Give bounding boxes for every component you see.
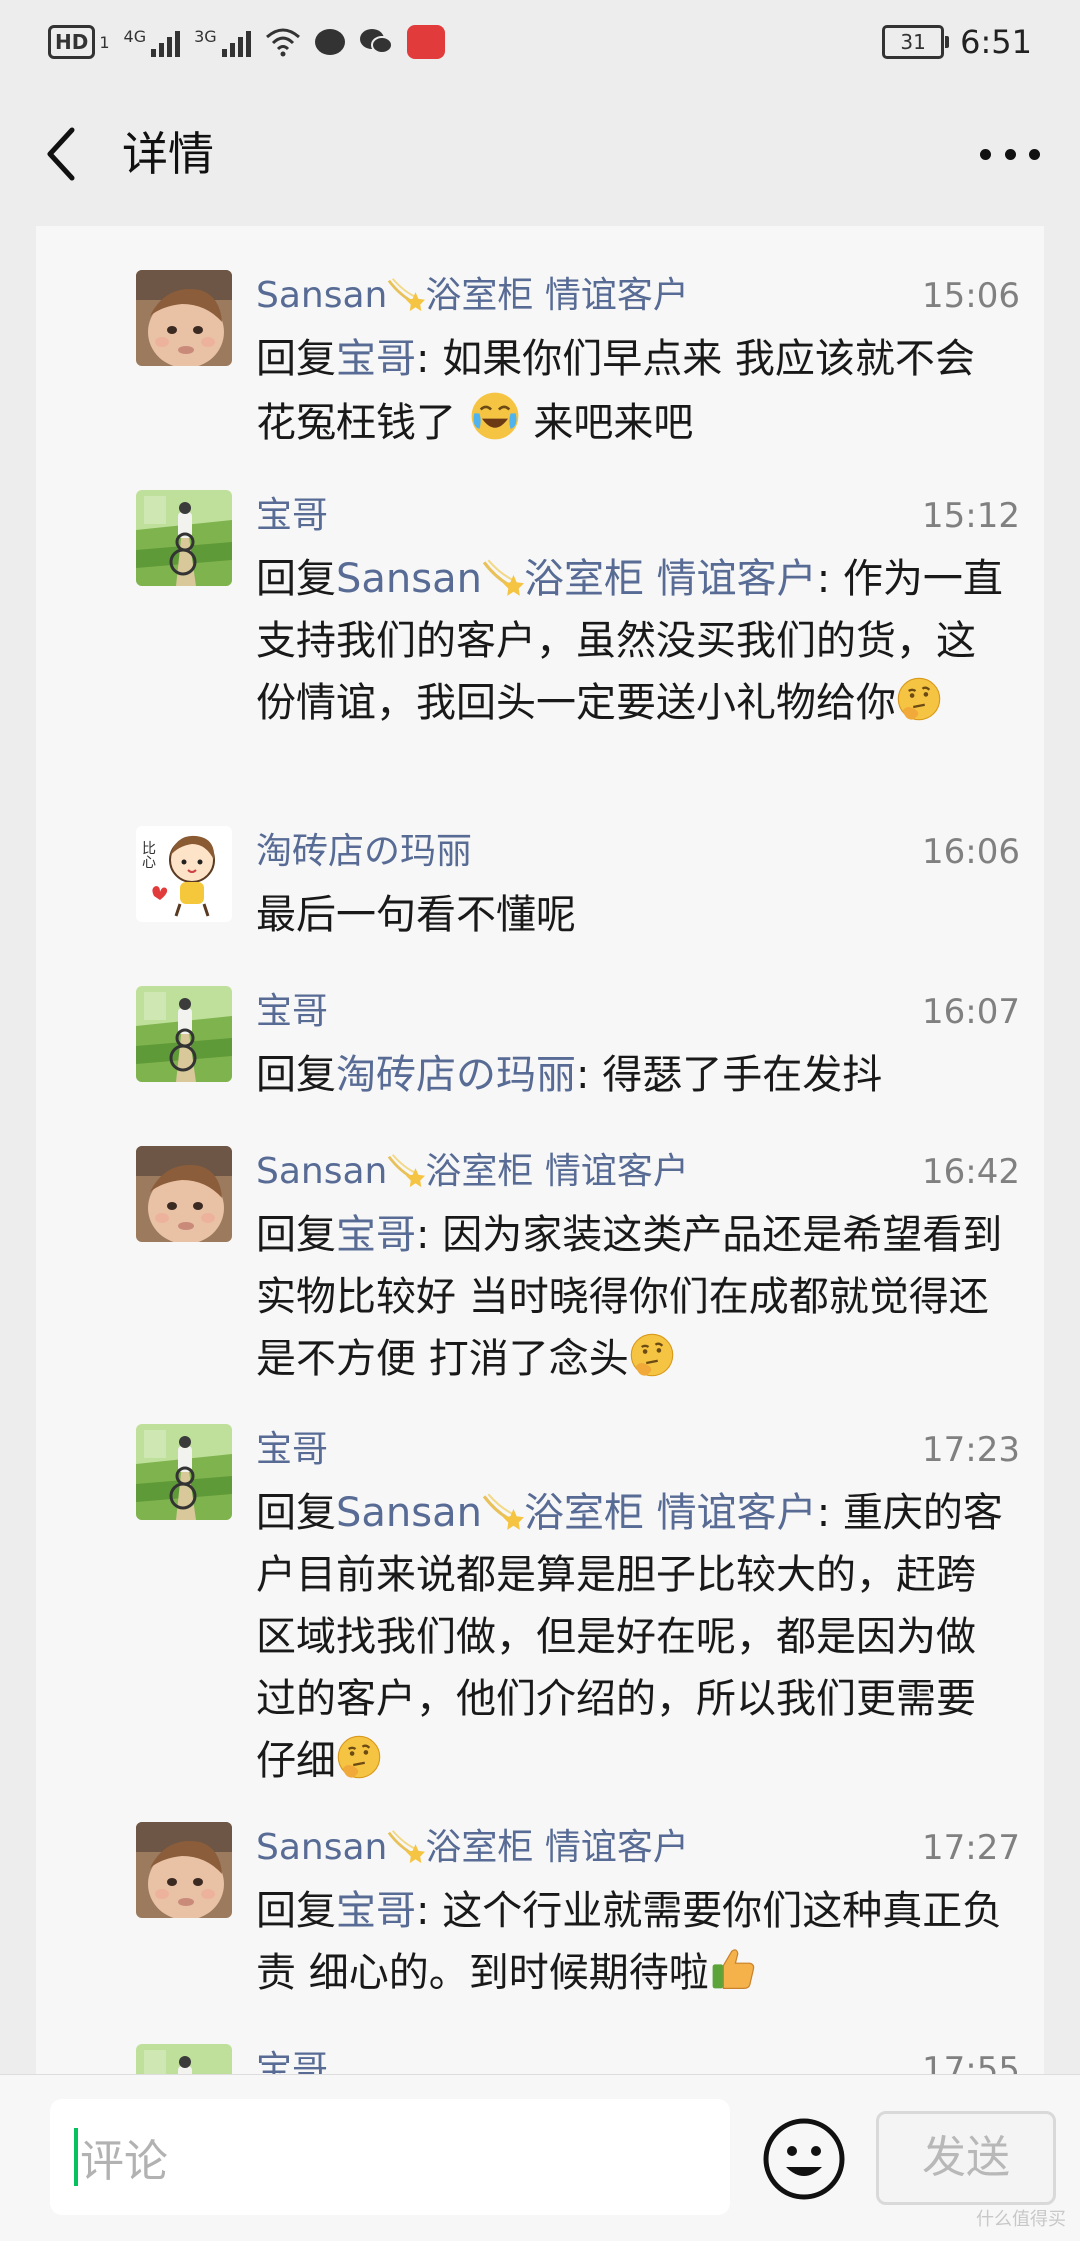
comment-time: 15:06	[922, 276, 1020, 316]
commenter-name[interactable]: 宝哥	[256, 2048, 328, 2074]
name-prefix: Sansan	[256, 1827, 388, 1868]
crying-laughing-emoji	[469, 390, 521, 442]
name-suffix: 浴室柜 情谊客户	[425, 1827, 689, 1868]
comment-input[interactable]: 评论	[50, 2099, 730, 2215]
thumbs-up-emoji	[709, 1944, 757, 1992]
avatar[interactable]	[136, 1822, 232, 1918]
status-left: HD 1 4G 3G	[48, 22, 445, 62]
shooting-star-emoji	[482, 556, 524, 598]
watermark: 什么值得买	[976, 2209, 1066, 2230]
thinking-face-emoji	[896, 676, 942, 722]
wifi-icon	[265, 28, 300, 57]
shooting-star-emoji	[387, 1151, 425, 1189]
commenter-name[interactable]: 淘砖店の玛丽	[256, 830, 472, 874]
comments-panel[interactable]: Sansan 浴室柜 情谊客户 15:06 回复宝哥: 如果你们早点来 我应该就不…	[36, 226, 1044, 2074]
comment-text: 回复Sansan 浴室柜 情谊客户: 重庆的客户目前来说都是算是胆子比较大的，赶跨…	[256, 1482, 1012, 1792]
smiley-icon[interactable]	[762, 2117, 846, 2201]
commenter-name[interactable]: Sansan 浴室柜 情谊客户	[256, 1826, 689, 1870]
comment-text: 回复宝哥: 这个行业就需要你们这种真正负责 细心的。到时候期待啦	[256, 1880, 1012, 2004]
reply-label: 回复	[256, 1052, 336, 1098]
avatar[interactable]	[136, 490, 232, 586]
reply-label: 回复	[256, 556, 336, 602]
signal-icon: 4G	[124, 27, 181, 57]
wechat-icon	[359, 29, 393, 54]
comment-text: 回复宝哥: 因为家装这类产品还是希望看到实物比较好 当时晓得你们在成都就觉得还是…	[256, 1204, 1012, 1390]
commenter-name[interactable]: 宝哥	[256, 494, 328, 538]
avatar[interactable]	[136, 986, 232, 1082]
reply-mention[interactable]: 淘砖店の玛丽	[336, 1052, 576, 1098]
nav-header: 详情	[0, 84, 1080, 226]
reply-mention[interactable]: 宝哥	[336, 1212, 416, 1258]
signal-icon-2: 3G	[194, 27, 251, 57]
text-cursor	[74, 2128, 78, 2186]
thinking-face-emoji	[629, 1332, 675, 1378]
network-label: 4G	[123, 27, 147, 46]
reply-label: 回复	[256, 1888, 336, 1934]
avatar[interactable]	[136, 1424, 232, 1520]
reply-label: 回复	[256, 336, 336, 382]
network-label-2: 3G	[194, 27, 217, 46]
avatar[interactable]	[136, 1146, 232, 1242]
mention-suffix: 浴室柜 情谊客户	[523, 556, 817, 602]
commenter-name[interactable]: 宝哥	[256, 1428, 328, 1472]
name-prefix: Sansan	[256, 275, 388, 316]
shooting-star-emoji	[482, 1490, 524, 1532]
shooting-star-emoji	[387, 1827, 425, 1865]
battery-icon: 31	[882, 25, 950, 59]
status-right: 31 6:51	[882, 18, 1032, 66]
message-icon	[314, 29, 345, 55]
chevron-left-icon[interactable]	[40, 124, 80, 184]
input-placeholder: 评论	[80, 2136, 168, 2187]
avatar[interactable]	[136, 270, 232, 366]
comment-text: 最后一句看不懂呢	[256, 892, 576, 938]
sim-label: 1	[99, 32, 110, 52]
name-suffix: 浴室柜 情谊客户	[425, 1151, 689, 1192]
avatar-caption: 比心	[142, 841, 156, 871]
reply-label: 回复	[256, 1490, 336, 1536]
name-prefix: Sansan	[256, 1151, 388, 1192]
mention-suffix: 浴室柜 情谊客户	[523, 1490, 817, 1536]
reply-mention[interactable]: 宝哥	[336, 336, 416, 382]
comment-time: 16:42	[922, 1152, 1020, 1192]
comment-time: 16:06	[922, 832, 1020, 872]
comment-time: 17:23	[922, 1430, 1020, 1470]
page-title: 详情	[122, 127, 214, 181]
reply-label: 回复	[256, 1212, 336, 1258]
thinking-face-emoji	[336, 1734, 382, 1780]
send-button[interactable]: 发送	[876, 2111, 1056, 2205]
avatar[interactable]	[136, 2044, 232, 2074]
comment-text: 回复Sansan 浴室柜 情谊客户: 作为一直支持我们的客户，虽然没买我们的货，这…	[256, 548, 1012, 734]
more-dots-icon[interactable]	[980, 134, 1040, 174]
comment-text: 回复淘砖店の玛丽: 得瑟了手在发抖	[256, 1044, 1012, 1106]
status-time: 6:51	[960, 23, 1032, 61]
shooting-star-emoji	[387, 275, 425, 313]
comment-input-bar: 评论 发送 什么值得买	[0, 2074, 1080, 2241]
commenter-name[interactable]: 宝哥	[256, 990, 328, 1034]
status-bar: HD 1 4G 3G 31 6:51	[0, 0, 1080, 84]
avatar[interactable]: 比心	[136, 826, 232, 922]
commenter-name[interactable]: Sansan 浴室柜 情谊客户	[256, 1150, 689, 1194]
comment-time: 15:12	[922, 496, 1020, 536]
name-suffix: 浴室柜 情谊客户	[425, 275, 689, 316]
mention-prefix: Sansan	[336, 1490, 482, 1536]
comment-time: 16:07	[922, 992, 1020, 1032]
reply-mention[interactable]: Sansan 浴室柜 情谊客户	[336, 556, 817, 602]
comment-trailing: 来吧来吧	[520, 400, 694, 446]
comment-time: 17:55	[922, 2050, 1020, 2074]
comment-time: 17:27	[922, 1828, 1020, 1868]
hd-badge: HD	[48, 25, 96, 59]
mention-prefix: Sansan	[336, 556, 482, 602]
reply-mention[interactable]: 宝哥	[336, 1888, 416, 1934]
comment-text: 回复宝哥: 如果你们早点来 我应该就不会花冤枉钱了 来吧来吧	[256, 328, 1012, 454]
comment-body: : 得瑟了手在发抖	[576, 1052, 883, 1098]
reply-mention[interactable]: Sansan 浴室柜 情谊客户	[336, 1490, 817, 1536]
commenter-name[interactable]: Sansan 浴室柜 情谊客户	[256, 274, 689, 318]
weibo-icon	[406, 25, 445, 59]
